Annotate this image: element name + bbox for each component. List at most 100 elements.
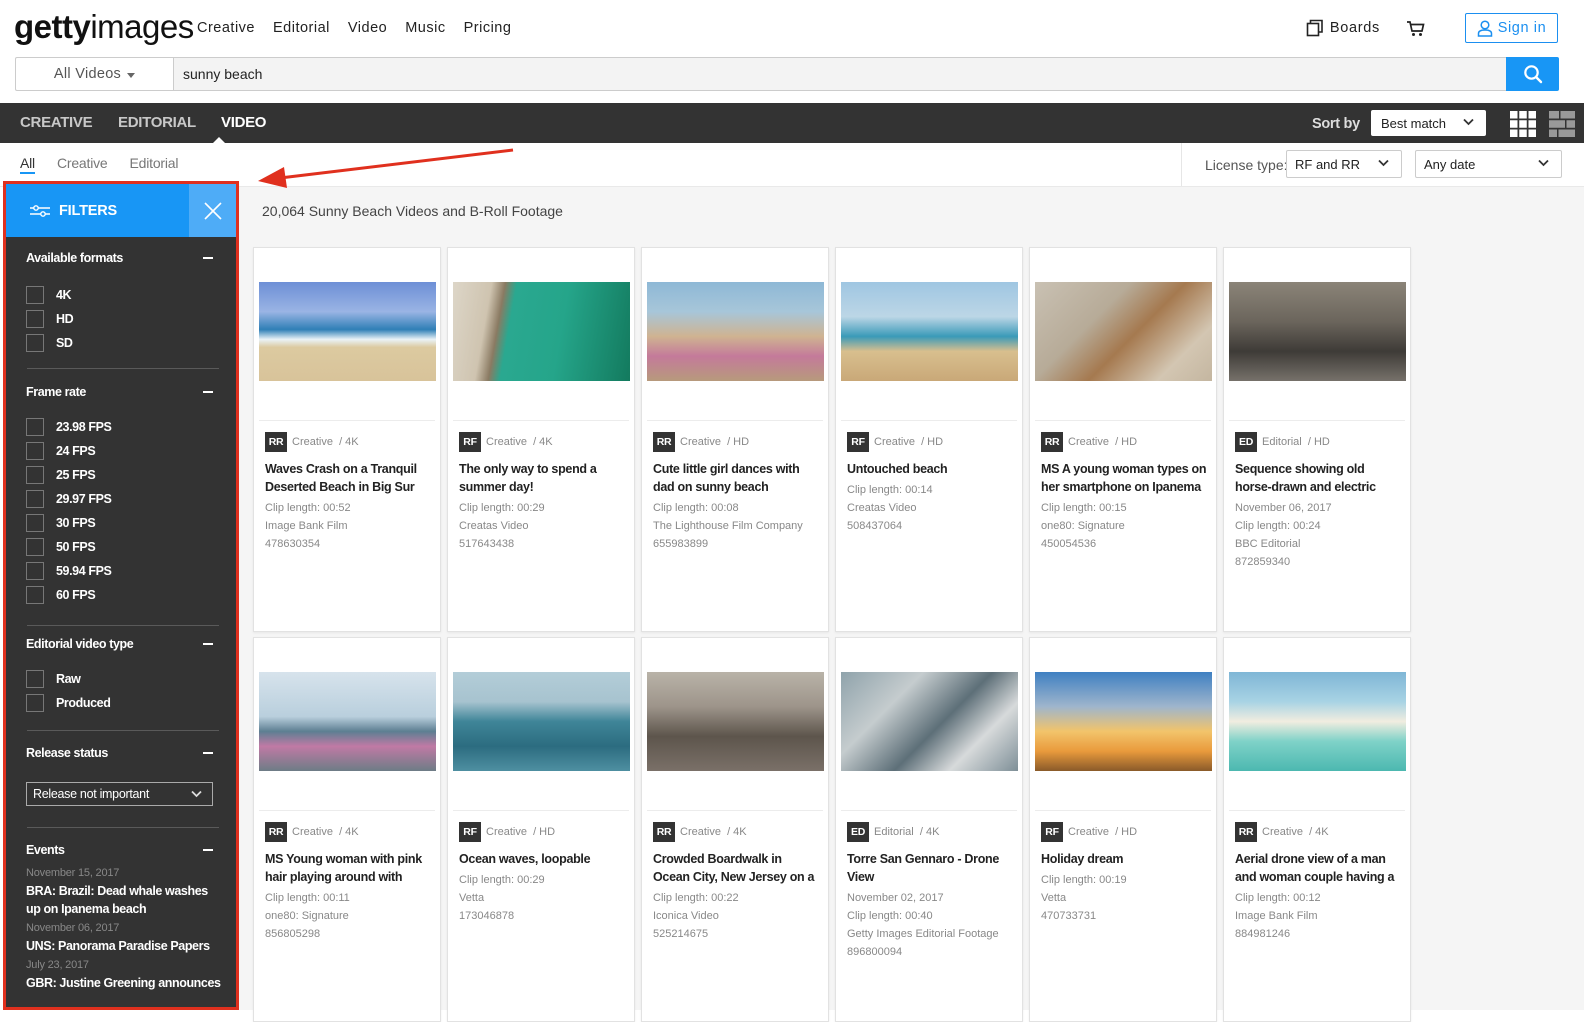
nav-pricing[interactable]: Pricing [464,20,512,36]
sort-dropdown[interactable]: Best match [1371,110,1486,136]
video-card[interactable]: RF Creative / 4K The only way to spend a s… [447,247,635,632]
card-detail-line: Clip length: 00:12 [1235,892,1321,904]
card-title[interactable]: Holiday dream [1041,850,1209,868]
nav-music[interactable]: Music [405,20,445,36]
checkbox[interactable] [26,670,44,688]
checkbox[interactable] [26,694,44,712]
video-card[interactable]: RR Creative / 4K Crowded Boardwalk in Ocea… [641,637,829,1022]
checkbox[interactable] [26,310,44,328]
filter-checkbox-fps[interactable]: 25 FPS [26,463,216,487]
boards-link[interactable]: Boards [1306,19,1380,37]
card-title[interactable]: Sequence showing old horse-drawn and ele… [1235,460,1403,496]
search-button[interactable] [1506,57,1559,91]
card-category: Creative / 4K [680,826,747,838]
checkbox[interactable] [26,562,44,580]
checkbox[interactable] [26,418,44,436]
video-thumbnail[interactable] [647,672,824,771]
card-title[interactable]: Waves Crash on a Tranquil Deserted Beach… [265,460,433,496]
video-card[interactable]: RR Creative / 4K MS Young woman with pink … [253,637,441,1022]
filter-checkbox-fps[interactable]: 50 FPS [26,535,216,559]
card-title[interactable]: Ocean waves, loopable [459,850,627,868]
video-card[interactable]: RR Creative / HD Cute little girl dances w… [641,247,829,632]
search-input[interactable] [173,57,1506,91]
filter-checkbox-fps[interactable]: 30 FPS [26,511,216,535]
filter-checkbox-fps[interactable]: 60 FPS [26,583,216,607]
release-status-dropdown[interactable]: Release not important [26,782,213,806]
event-link[interactable]: BRA: Brazil: Dead whale washes up on Ipa… [26,882,221,918]
card-title[interactable]: The only way to spend a summer day! [459,460,627,496]
video-thumbnail[interactable] [841,672,1018,771]
video-thumbnail[interactable] [1035,672,1212,771]
card-title[interactable]: MS A young woman types on her smartphone… [1041,460,1209,496]
tab-creative[interactable]: CREATIVE [20,114,93,131]
checkbox[interactable] [26,442,44,460]
event-link[interactable]: GBR: Justine Greening announces [26,974,221,992]
divider [27,827,219,828]
video-card[interactable]: RF Creative / HD Holiday dream Clip length:… [1029,637,1217,1022]
video-thumbnail[interactable] [841,282,1018,381]
nav-creative[interactable]: Creative [197,20,255,36]
checkbox[interactable] [26,514,44,532]
collapse-icon[interactable] [203,752,213,754]
getty-logo[interactable]: gettyimages [14,8,194,46]
video-thumbnail[interactable] [647,282,824,381]
close-filters-button[interactable] [189,184,236,237]
card-title[interactable]: Aerial drone view of a man and woman cou… [1235,850,1403,886]
grid-view-icon[interactable] [1510,111,1536,137]
card-title[interactable]: Torre San Gennaro - Drone View [847,850,1015,886]
video-card[interactable]: ED Editorial / HD Sequence showing old hor… [1223,247,1411,632]
card-title[interactable]: Untouched beach [847,460,1015,478]
subtab-editorial[interactable]: Editorial [130,155,179,174]
checkbox[interactable] [26,538,44,556]
video-thumbnail[interactable] [453,672,630,771]
video-card[interactable]: RR Creative / 4K Waves Crash on a Tranquil… [253,247,441,632]
video-card[interactable]: RR Creative / 4K Aerial drone view of a ma… [1223,637,1411,1022]
checkbox[interactable] [26,490,44,508]
video-card[interactable]: RF Creative / HD Ocean waves, loopable Clip… [447,637,635,1022]
nav-editorial[interactable]: Editorial [273,20,330,36]
chevron-down-icon [1463,118,1474,126]
filter-checkbox-hd[interactable]: HD [26,307,216,331]
video-thumbnail[interactable] [1229,282,1406,381]
video-card[interactable]: RR Creative / HD MS A young woman types on… [1029,247,1217,632]
filter-checkbox-fps[interactable]: 24 FPS [26,439,216,463]
filter-checkbox-sd[interactable]: SD [26,331,216,355]
tab-video[interactable]: VIDEO [221,114,266,131]
filter-checkbox-raw[interactable]: Raw [26,667,216,691]
checkbox[interactable] [26,586,44,604]
filter-checkbox-4k[interactable]: 4K [26,283,216,307]
tab-editorial[interactable]: EDITORIAL [118,114,196,131]
card-title[interactable]: Cute little girl dances with dad on sunn… [653,460,821,496]
sign-in-button[interactable]: Sign in [1465,13,1558,43]
collapse-icon[interactable] [203,391,213,393]
video-card[interactable]: ED Editorial / 4K Torre San Gennaro - Dron… [835,637,1023,1022]
cart-button[interactable] [1406,20,1425,37]
date-dropdown[interactable]: Any date [1415,150,1562,178]
filter-checkbox-fps[interactable]: 29.97 FPS [26,487,216,511]
license-type-dropdown[interactable]: RF and RR [1286,150,1402,178]
event-link[interactable]: UNS: Panorama Paradise Papers [26,937,221,955]
checkbox[interactable] [26,286,44,304]
collapse-icon[interactable] [203,643,213,645]
filter-checkbox-fps[interactable]: 23.98 FPS [26,415,216,439]
filter-checkbox-produced[interactable]: Produced [26,691,216,715]
nav-video[interactable]: Video [348,20,387,36]
video-thumbnail[interactable] [453,282,630,381]
checkbox[interactable] [26,334,44,352]
mosaic-view-icon[interactable] [1549,111,1575,137]
video-card[interactable]: RF Creative / HD Untouched beach Clip lengt… [835,247,1023,632]
search-scope-dropdown[interactable]: All Videos [15,57,173,91]
card-title[interactable]: Crowded Boardwalk in Ocean City, New Jer… [653,850,821,886]
video-thumbnail[interactable] [259,282,436,381]
video-thumbnail[interactable] [1229,672,1406,771]
card-details: Clip length: 00:15 one80: Signature 450054… [1041,499,1211,553]
video-thumbnail[interactable] [259,672,436,771]
checkbox[interactable] [26,466,44,484]
video-thumbnail[interactable] [1035,282,1212,381]
subtab-all[interactable]: All [20,155,35,174]
collapse-icon[interactable] [203,849,213,851]
filter-checkbox-fps[interactable]: 59.94 FPS [26,559,216,583]
card-title[interactable]: MS Young woman with pink hair playing ar… [265,850,433,886]
collapse-icon[interactable] [203,257,213,259]
subtab-creative[interactable]: Creative [57,155,108,174]
